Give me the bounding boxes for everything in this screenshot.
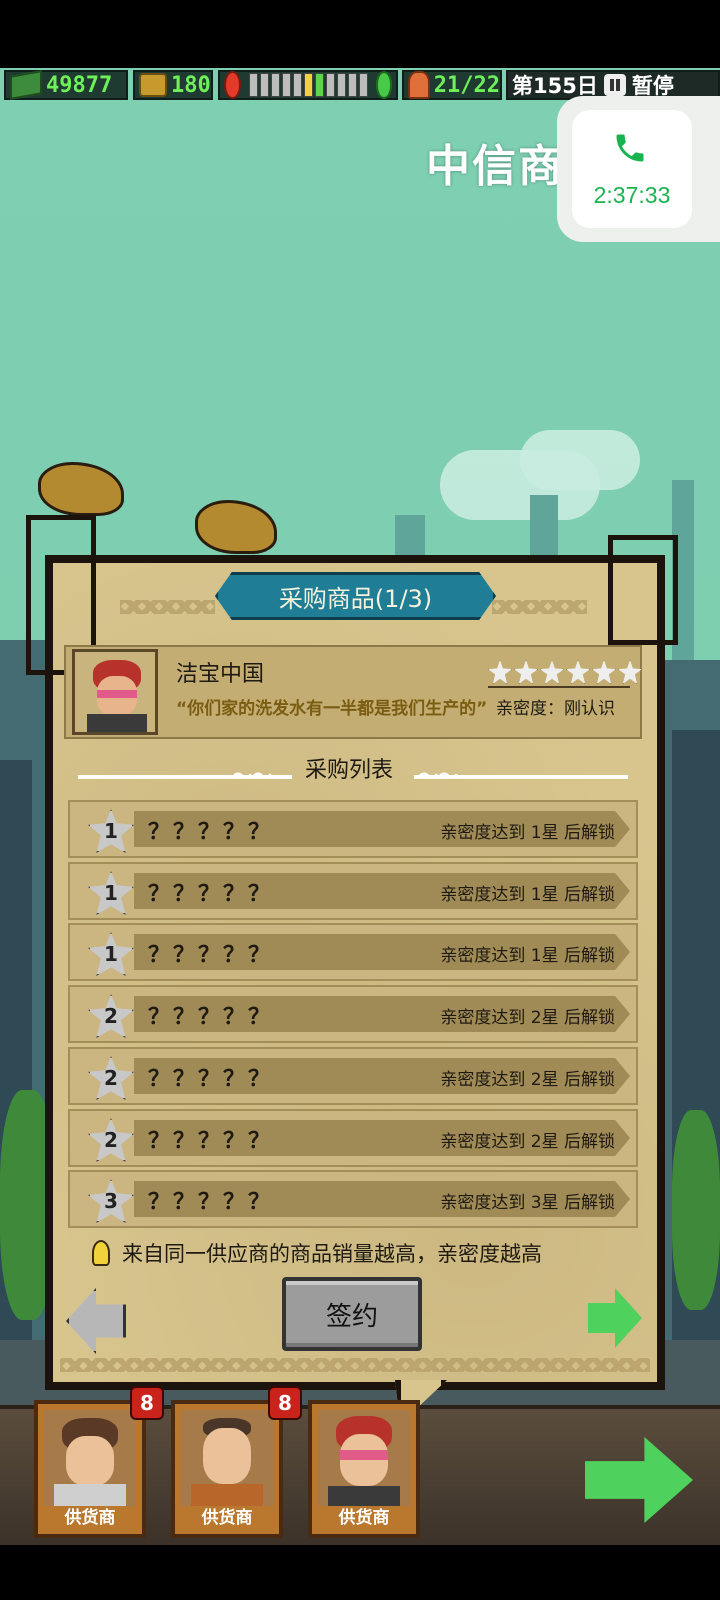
glasses: [97, 690, 137, 698]
tree: [672, 1110, 720, 1310]
pause-icon[interactable]: [603, 74, 626, 96]
supplier-quote: “你们家的洗发水有一半都是我们生产的”: [176, 699, 488, 719]
staff-counter[interactable]: 21/22: [402, 70, 502, 100]
supplier-rating: [488, 660, 642, 684]
supplier-tab-label: 供货商: [338, 1508, 390, 1528]
supplier-name: 洁宝中国: [176, 662, 265, 687]
unlock-requirement: 亲密度达到 2星 后解锁: [440, 1132, 615, 1152]
supplier-tab-label: 供货商: [64, 1508, 116, 1528]
hint-icon: [92, 1240, 110, 1266]
suit: [87, 714, 147, 732]
satisfaction-meter[interactable]: [218, 70, 398, 100]
supplier-tab-3-selected[interactable]: 供货商: [308, 1400, 420, 1538]
unlock-requirement: 亲密度达到 1星 后解锁: [440, 946, 615, 966]
unlock-requirement: 亲密度达到 2星 后解锁: [440, 1070, 615, 1090]
phone-icon: [616, 134, 644, 162]
intimacy-level: 亲密度：刚认识: [496, 699, 615, 719]
supplier-tab-2[interactable]: 供货商: [171, 1400, 283, 1538]
tip-text: 来自同一供应商的商品销量越高，亲密度越高: [122, 1242, 542, 1266]
unlock-requirement: 亲密度达到 3星 后解锁: [440, 1193, 615, 1213]
call-overlay-inner[interactable]: [572, 110, 692, 228]
star-icon: [488, 660, 512, 684]
star-icon: [514, 660, 538, 684]
item-name: ？？？？？: [148, 1005, 274, 1030]
coin-counter: 180: [133, 70, 213, 100]
dialog-title-banner: 采购商品(1/3): [215, 572, 496, 620]
dialog-title: 采购商品(1/3): [278, 584, 433, 613]
notification-badge: 8: [130, 1386, 164, 1420]
corner-knot-ornament: [608, 535, 678, 645]
unlock-requirement: 亲密度达到 1星 后解锁: [440, 823, 615, 843]
item-name: ？？？？？: [148, 882, 274, 907]
decorative-pattern: [60, 1358, 650, 1372]
staff-icon: [408, 71, 430, 99]
location-title: 中信商: [426, 141, 564, 192]
divider: [488, 686, 630, 688]
item-name: ？？？？？: [148, 1067, 274, 1092]
item-name: ？？？？？: [148, 1129, 274, 1154]
decorative-pattern: [492, 600, 587, 614]
decorative-pattern: [120, 600, 215, 614]
cash-counter: 49877: [4, 70, 128, 100]
item-name: ？？？？？: [148, 1190, 274, 1215]
supplier-portrait: [72, 649, 158, 735]
status-bar-area: [0, 0, 720, 68]
sign-contract-button[interactable]: 签约: [282, 1277, 422, 1351]
cash-icon: [10, 70, 42, 100]
angry-face-icon: [224, 71, 241, 99]
cloud: [520, 430, 640, 490]
star-icon: [566, 660, 590, 684]
unlock-requirement: 亲密度达到 1星 后解锁: [440, 885, 615, 905]
tip: 来自同一供应商的商品销量越高，亲密度越高: [92, 1238, 542, 1268]
star-icon: [540, 660, 564, 684]
call-timer: 2:37:33: [593, 182, 671, 208]
satisfaction-bar: [248, 73, 368, 97]
coin-icon: [139, 73, 167, 97]
unlock-requirement: 亲密度达到 2星 后解锁: [440, 1008, 615, 1028]
notification-badge: 8: [268, 1386, 302, 1420]
item-name: ？？？？？: [148, 943, 274, 968]
supplier-avatar: [181, 1410, 273, 1506]
happy-face-icon: [375, 71, 392, 99]
star-icon: [592, 660, 616, 684]
star-icon: [618, 660, 642, 684]
supplier-tab-1[interactable]: 供货商: [34, 1400, 146, 1538]
cash-value: 49877: [46, 72, 113, 98]
coin-value: 180: [171, 72, 211, 98]
nav-bar-area: [0, 1545, 720, 1600]
purchase-list-header: 采购列表: [305, 758, 394, 783]
supplier-avatar: [318, 1410, 410, 1506]
supplier-tab-label: 供货商: [201, 1508, 253, 1528]
supplier-avatar: [44, 1410, 136, 1506]
item-name: ？？？？？: [148, 820, 274, 845]
staff-value: 21/22: [433, 72, 500, 98]
swirl-ornament: ～～: [232, 764, 272, 788]
swirl-ornament: ～～: [418, 764, 458, 788]
